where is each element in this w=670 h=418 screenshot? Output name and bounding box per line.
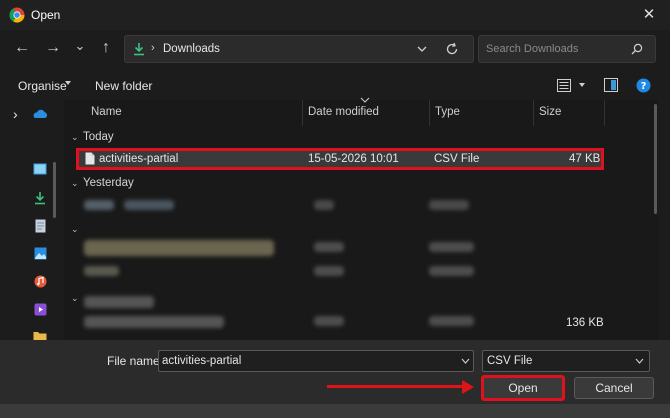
group-collapse-icon[interactable]: ⌄ xyxy=(71,178,79,189)
blurred-content xyxy=(314,266,344,276)
chevron-down-icon[interactable] xyxy=(635,358,644,364)
filetype-select[interactable]: CSV File xyxy=(482,350,650,372)
column-divider[interactable] xyxy=(302,100,303,126)
column-header-date[interactable]: Date modified xyxy=(308,106,379,118)
filename-value: activities-partial xyxy=(162,355,242,367)
close-icon[interactable]: ✕ xyxy=(638,5,660,25)
onedrive-icon[interactable] xyxy=(32,109,48,119)
group-collapse-icon[interactable]: ⌄ xyxy=(71,224,79,235)
blurred-content xyxy=(314,316,344,326)
videos-icon[interactable] xyxy=(34,303,47,316)
view-dropdown-icon[interactable] xyxy=(579,83,585,87)
annotation-arrow-head xyxy=(462,380,474,394)
cancel-button-label: Cancel xyxy=(595,381,633,395)
blurred-content xyxy=(429,316,474,326)
view-options-icon[interactable] xyxy=(557,79,571,92)
blurred-content xyxy=(429,200,469,210)
file-list: Name Date modified Type Size ⌄ Today act… xyxy=(64,97,658,340)
blurred-content xyxy=(84,316,224,328)
file-type: CSV File xyxy=(434,153,480,165)
refresh-icon[interactable] xyxy=(445,42,459,56)
column-divider[interactable] xyxy=(533,100,534,126)
column-header-size[interactable]: Size xyxy=(539,106,561,118)
downloads-icon[interactable] xyxy=(34,191,46,205)
group-collapse-icon[interactable]: ⌄ xyxy=(71,293,79,304)
forward-button[interactable]: → xyxy=(43,38,63,58)
sort-indicator-icon xyxy=(360,97,370,103)
blurred-content xyxy=(429,242,474,252)
documents-icon[interactable] xyxy=(35,219,46,233)
recent-locations-icon[interactable]: ⌄ xyxy=(70,36,90,56)
nav-scrollbar[interactable] xyxy=(53,162,56,218)
chrome-icon xyxy=(9,7,25,23)
preview-pane-icon[interactable] xyxy=(604,78,618,92)
breadcrumb[interactable]: Downloads xyxy=(163,43,220,55)
filetype-value: CSV File xyxy=(487,355,533,367)
column-header-type[interactable]: Type xyxy=(435,106,460,118)
search-input[interactable]: Search Downloads xyxy=(478,35,656,63)
search-icon xyxy=(631,43,643,55)
pictures-icon[interactable] xyxy=(34,247,47,260)
blurred-content xyxy=(84,240,274,256)
blurred-content xyxy=(429,266,474,276)
organise-dropdown-icon[interactable] xyxy=(65,81,71,85)
organise-button[interactable]: Organise xyxy=(18,79,67,93)
group-collapse-icon[interactable]: ⌄ xyxy=(71,132,79,143)
file-icon xyxy=(85,152,95,165)
breadcrumb-chevron-icon: › xyxy=(151,42,155,54)
blurred-content xyxy=(314,242,344,252)
blurred-content xyxy=(84,200,114,210)
file-date: 15-05-2026 10:01 xyxy=(308,153,399,165)
expand-chevron-icon[interactable]: › xyxy=(13,106,18,122)
window-title: Open xyxy=(31,8,61,22)
file-size: 47 KB xyxy=(569,153,601,165)
annotation-arrow xyxy=(327,385,464,388)
column-divider[interactable] xyxy=(604,100,605,126)
group-header-yesterday[interactable]: Yesterday xyxy=(83,177,134,189)
blurred-content xyxy=(314,200,334,210)
new-folder-button[interactable]: New folder xyxy=(95,79,152,93)
blurred-content xyxy=(84,266,119,276)
background-window-strip xyxy=(0,404,670,418)
navigation-pane: › xyxy=(0,100,60,340)
list-scrollbar[interactable] xyxy=(654,104,657,214)
up-button[interactable]: ↑ xyxy=(96,38,116,58)
cancel-button[interactable]: Cancel xyxy=(574,377,654,399)
blurred-content xyxy=(124,200,174,210)
desktop-icon[interactable] xyxy=(33,163,47,175)
address-bar[interactable]: › Downloads xyxy=(124,35,474,63)
svg-text:?: ? xyxy=(641,81,647,92)
group-header-today[interactable]: Today xyxy=(83,131,114,143)
search-placeholder: Search Downloads xyxy=(486,43,579,55)
chevron-down-icon[interactable] xyxy=(417,45,427,53)
filename-label: File name: xyxy=(107,354,164,368)
file-size: 136 KB xyxy=(566,317,604,329)
download-icon xyxy=(134,43,144,56)
open-button[interactable]: Open xyxy=(481,375,565,401)
music-icon[interactable] xyxy=(34,275,47,288)
file-name: activities-partial xyxy=(99,153,179,165)
column-divider[interactable] xyxy=(429,100,430,126)
folder-icon[interactable] xyxy=(33,330,47,340)
command-bar: Organise New folder ? xyxy=(0,72,670,100)
back-button[interactable]: ← xyxy=(12,38,32,58)
column-header-name[interactable]: Name xyxy=(91,106,122,118)
blurred-content xyxy=(84,296,154,308)
filename-input[interactable]: activities-partial xyxy=(158,350,474,372)
open-button-label: Open xyxy=(508,381,538,395)
table-row[interactable]: activities-partial 15-05-2026 10:01 CSV … xyxy=(76,148,604,170)
chevron-down-icon[interactable] xyxy=(461,358,470,364)
help-icon[interactable]: ? xyxy=(636,78,651,93)
title-bar: Open ✕ xyxy=(0,0,670,30)
